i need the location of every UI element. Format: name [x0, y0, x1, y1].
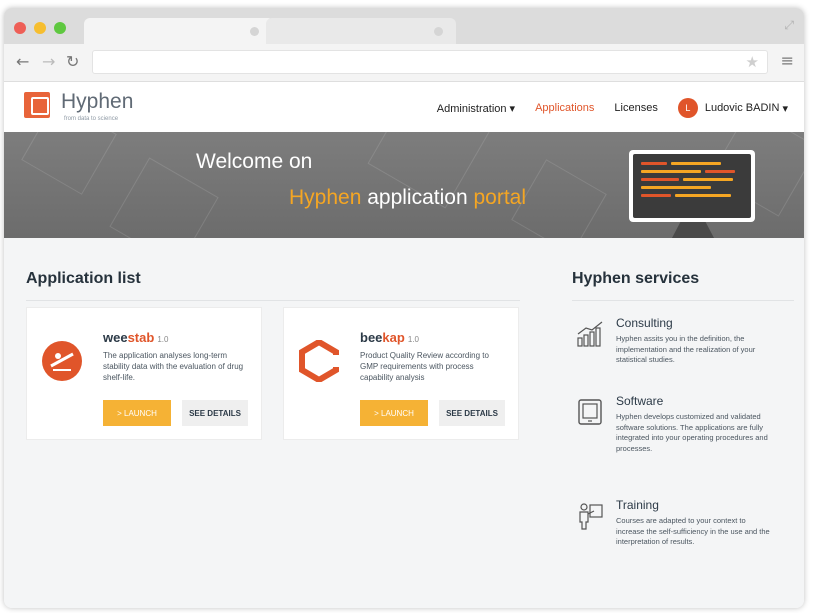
app-version: 1.0 — [157, 335, 169, 344]
user-avatar: L — [677, 98, 698, 118]
launch-button[interactable]: > LAUNCH — [103, 400, 171, 426]
browser-toolbar: ← → ↻ ★ ≡ — [4, 44, 804, 82]
reload-icon[interactable]: ↻ — [66, 52, 79, 71]
app-card-beekap: beekap 1.0 Product Quality Review accordi… — [283, 307, 519, 440]
app-card-weestab: weestab 1.0 The application analyses long… — [26, 307, 262, 440]
service-description: Hyphen develops customized and validated… — [616, 412, 768, 453]
page: Hyphen from data to science Administrati… — [4, 82, 804, 608]
launch-button[interactable]: > LAUNCH — [360, 400, 428, 426]
app-description: Product Quality Review according to GMP … — [360, 351, 489, 382]
browser-tab[interactable] — [266, 18, 456, 44]
see-details-button[interactable]: SEE DETAILS — [439, 400, 505, 426]
nav-applications[interactable]: Applications — [535, 102, 594, 114]
browser-menu-icon[interactable]: ≡ — [781, 51, 794, 70]
close-window-button[interactable] — [14, 22, 26, 34]
weestab-logo-icon — [42, 341, 82, 381]
back-arrow-icon[interactable]: ← — [16, 52, 29, 71]
address-bar[interactable]: ★ — [92, 50, 768, 74]
app-description: The application analyses long-term stabi… — [103, 351, 244, 382]
banner-tagline: Hyphen application portal — [289, 186, 526, 210]
tab-close-icon[interactable] — [434, 27, 443, 36]
see-details-button[interactable]: SEE DETAILS — [182, 400, 248, 426]
app-name-prefix: wee — [103, 330, 128, 345]
application-list-title: Application list — [26, 270, 141, 287]
services-title: Hyphen services — [572, 270, 700, 287]
divider — [26, 300, 520, 301]
window-controls — [14, 22, 66, 34]
monitor-screen — [633, 154, 751, 218]
browser-tab-active[interactable] — [84, 18, 274, 44]
service-description: Hyphen assits you in the definition, the… — [616, 334, 756, 364]
logo-icon — [24, 92, 50, 118]
logo-tagline: from data to science — [64, 116, 119, 122]
minimize-window-button[interactable] — [34, 22, 46, 34]
user-name: Ludovic BADIN — [704, 102, 780, 114]
monitor-stand — [672, 222, 714, 238]
app-name-accent: kap — [382, 330, 405, 345]
app-version: 1.0 — [407, 335, 419, 344]
nav-administration-label: Administration — [436, 102, 507, 115]
logo-name: Hyphen — [61, 90, 134, 113]
service-title: Software — [616, 394, 664, 408]
service-description: Courses are adapted to your context to i… — [616, 516, 770, 546]
app-title: beekap 1.0 — [360, 330, 419, 345]
welcome-banner: Welcome on Hyphen application portal — [4, 132, 804, 238]
service-title: Consulting — [616, 316, 673, 330]
tagline-application: application — [361, 186, 474, 209]
site-header: Hyphen from data to science Administrati… — [4, 82, 804, 132]
hex-pattern — [21, 132, 117, 195]
main-nav: Administration ▾ Applications Licenses L… — [417, 98, 788, 118]
monitor-illustration — [629, 150, 755, 222]
divider — [572, 300, 794, 301]
forward-arrow-icon[interactable]: → — [42, 52, 55, 71]
presenter-icon — [579, 503, 603, 530]
fullscreen-icon[interactable]: ⤢ — [784, 18, 794, 33]
zoom-window-button[interactable] — [54, 22, 66, 34]
tagline-hyphen: Hyphen — [289, 186, 362, 209]
app-title: weestab 1.0 — [103, 330, 168, 345]
app-name-prefix: bee — [360, 330, 383, 345]
app-name-accent: stab — [127, 330, 155, 345]
browser-window: ⤢ ← → ↻ ★ ≡ Hyphen from data to science … — [4, 8, 804, 608]
tagline-portal: portal — [473, 186, 526, 209]
nav-administration[interactable]: Administration ▾ — [437, 102, 515, 115]
service-title: Training — [616, 498, 659, 512]
tab-bar: ⤢ — [4, 8, 804, 44]
tab-close-icon[interactable] — [250, 27, 259, 36]
beekap-logo-icon — [299, 340, 340, 382]
welcome-text: Welcome on — [196, 150, 313, 173]
nav-licenses[interactable]: Licenses — [614, 102, 657, 114]
user-menu[interactable]: L Ludovic BADIN ▾ — [677, 98, 788, 118]
bookmark-star-icon[interactable]: ★ — [746, 53, 759, 71]
tablet-icon — [578, 399, 602, 425]
chart-icon — [577, 321, 603, 347]
